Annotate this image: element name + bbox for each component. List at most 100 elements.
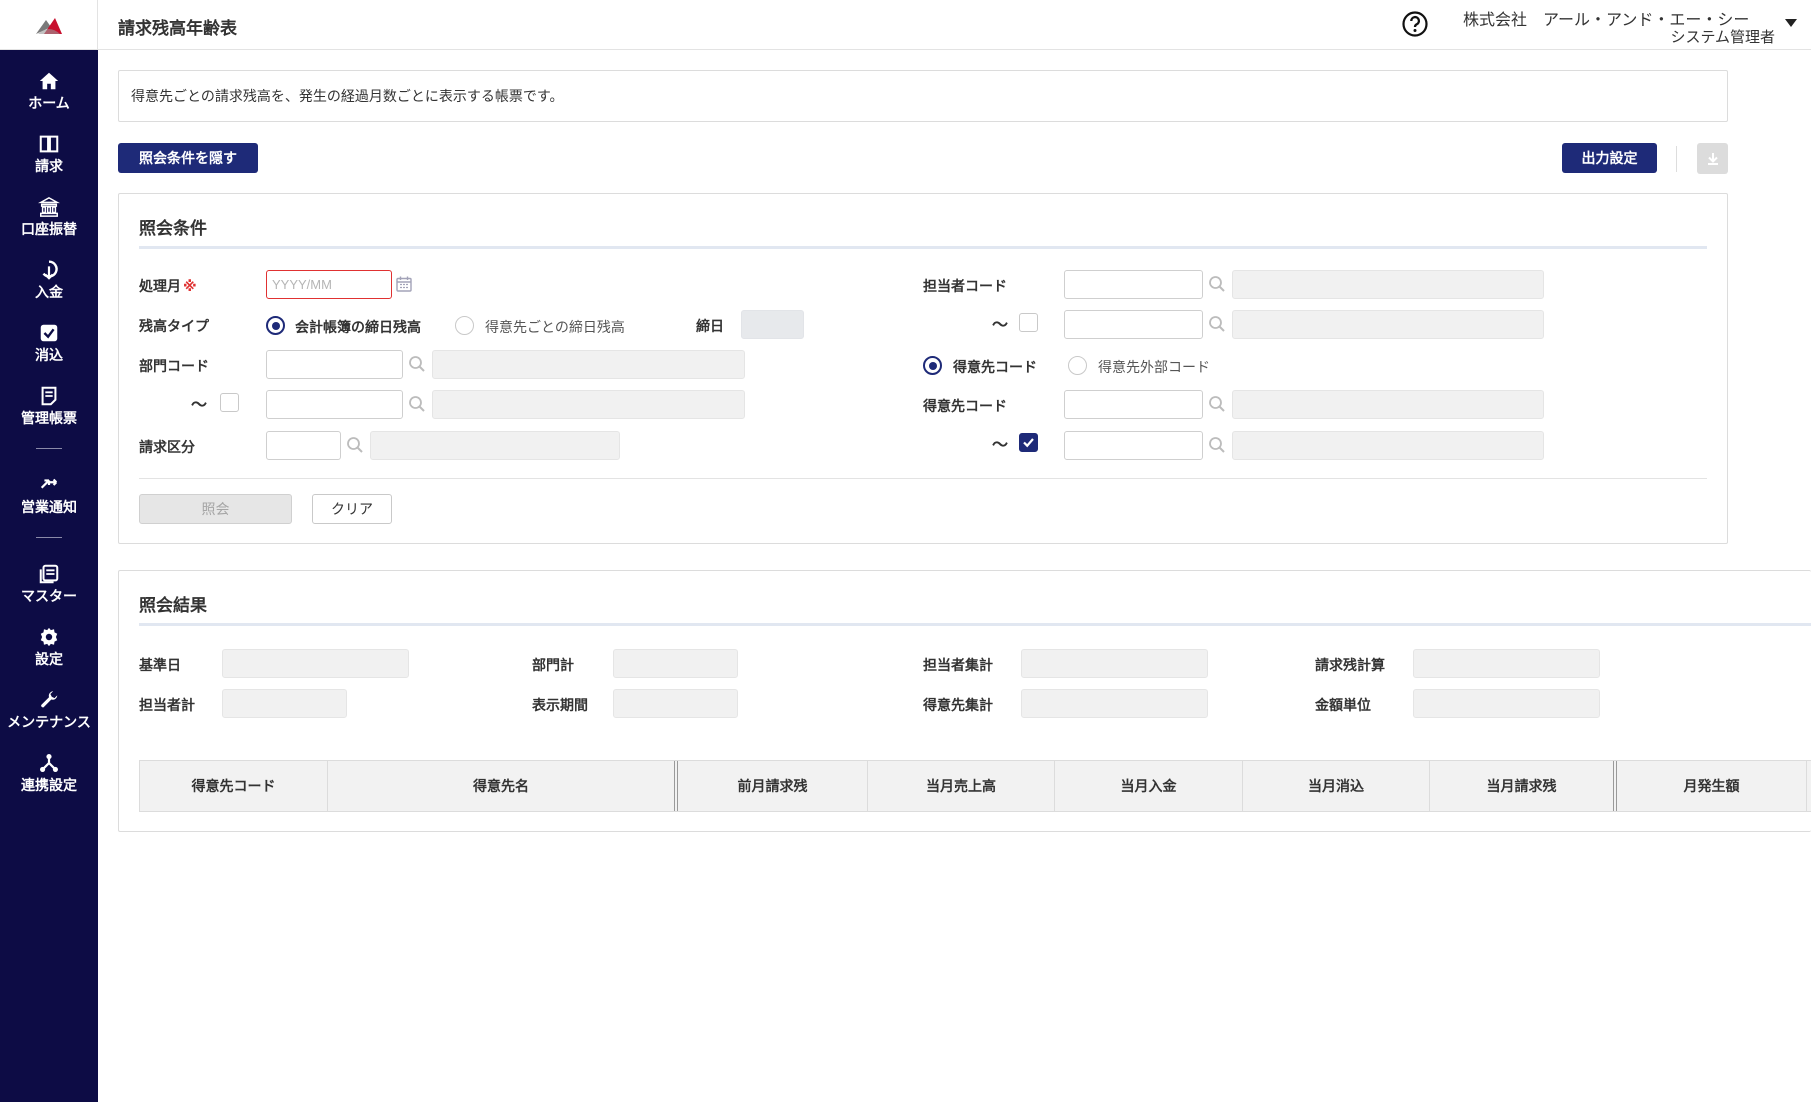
staff-range-checkbox[interactable] xyxy=(1019,313,1038,332)
search-icon[interactable] xyxy=(346,436,364,454)
customer-code-label: 得意先コード xyxy=(923,399,1007,415)
master-list-icon xyxy=(39,564,59,584)
top-header: 請求残高年齢表 株式会社 アール・アンド・エー・シー システム管理者 xyxy=(98,0,1811,50)
column-header-customer-name[interactable]: 得意先名 xyxy=(328,761,678,811)
user-menu-caret-icon[interactable] xyxy=(1785,19,1797,27)
sidebar-item-master[interactable]: マスター xyxy=(0,553,98,616)
search-icon[interactable] xyxy=(408,395,426,413)
customer-code-from-input[interactable] xyxy=(1064,390,1203,419)
deposit-icon xyxy=(42,260,58,280)
processing-month-label: 処理月 ※ xyxy=(139,276,197,296)
column-header-customer-code[interactable]: 得意先コード xyxy=(140,761,328,811)
balance-type-option-ledger[interactable]: 会計帳簿の締日残高 xyxy=(295,317,421,337)
book-icon xyxy=(39,135,59,153)
sidebar-item-label: ホーム xyxy=(28,96,70,112)
sidebar: ホーム 請求 口座振替 入金 消込 管理帳票 営業通知 マスター 設定 メンテナ… xyxy=(0,0,98,1102)
user-role[interactable]: システム管理者 xyxy=(1670,26,1775,47)
sidebar-item-management-reports[interactable]: 管理帳票 xyxy=(0,375,98,438)
billing-class-label: 請求区分 xyxy=(139,440,195,456)
query-results-panel: 照会結果 基準日 部門計 担当者集計 請求残計算 担当者計 表示期間 得意先集計… xyxy=(118,570,1811,832)
search-icon[interactable] xyxy=(1208,395,1226,413)
customer-aggregate-display xyxy=(1021,689,1208,718)
search-icon[interactable] xyxy=(408,355,426,373)
dept-code-from-input[interactable] xyxy=(266,350,403,379)
billing-calc-label: 請求残計算 xyxy=(1315,658,1385,674)
customer-code-type-option-external[interactable]: 得意先外部コード xyxy=(1098,357,1210,377)
dept-range-checkbox[interactable] xyxy=(220,393,239,412)
sidebar-item-label: 管理帳票 xyxy=(21,411,77,427)
sidebar-item-maintenance[interactable]: メンテナンス xyxy=(0,679,98,742)
bank-icon xyxy=(38,196,60,217)
sidebar-item-label: 消込 xyxy=(35,348,63,364)
sidebar-item-deposit[interactable]: 入金 xyxy=(0,249,98,312)
dept-total-display xyxy=(613,649,738,678)
customer-code-type-option-code[interactable]: 得意先コード xyxy=(953,357,1037,377)
sidebar-item-settings[interactable]: 設定 xyxy=(0,616,98,679)
column-header-prev-month-balance[interactable]: 前月請求残 xyxy=(678,761,868,811)
processing-month-input[interactable]: YYYY/MM xyxy=(266,270,392,299)
search-icon[interactable] xyxy=(1208,436,1226,454)
customer-code-type-radio-external[interactable] xyxy=(1068,356,1087,375)
column-header-monthly-amount[interactable]: 月発生額 xyxy=(1617,761,1807,811)
staff-code-from-input[interactable] xyxy=(1064,270,1203,299)
download-icon xyxy=(1707,152,1718,165)
page-title: 請求残高年齢表 xyxy=(118,19,237,39)
column-header-current-balance[interactable]: 当月請求残 xyxy=(1430,761,1617,811)
title-divider xyxy=(139,246,1707,249)
balance-type-radio-customer[interactable] xyxy=(455,316,474,335)
customer-code-type-radio-code[interactable] xyxy=(923,356,942,375)
column-header-current-reconcile[interactable]: 当月消込 xyxy=(1243,761,1430,811)
staff-aggregate-display xyxy=(1021,649,1208,678)
sidebar-item-label: 請求 xyxy=(35,159,63,175)
display-period-display xyxy=(613,689,738,718)
clear-button[interactable]: クリア xyxy=(312,494,392,524)
staff-name-from-display xyxy=(1232,270,1544,299)
dept-code-to-input[interactable] xyxy=(266,390,403,419)
display-period-label: 表示期間 xyxy=(532,698,588,714)
query-conditions-panel: 照会条件 処理月 ※ YYYY/MM 残高タイプ 会計帳簿の締日残高 得意先ごとの… xyxy=(118,193,1728,544)
staff-total-label: 担当者計 xyxy=(139,698,195,714)
staff-code-label: 担当者コード xyxy=(923,279,1007,295)
column-header-current-deposit[interactable]: 当月入金 xyxy=(1055,761,1243,811)
customer-code-to-input[interactable] xyxy=(1064,431,1203,460)
dept-code-label: 部門コード xyxy=(139,359,209,375)
sidebar-item-home[interactable]: ホーム xyxy=(0,60,98,123)
download-button[interactable] xyxy=(1697,143,1728,174)
sidebar-item-account-transfer[interactable]: 口座振替 xyxy=(0,186,98,249)
sidebar-item-sales-notification[interactable]: 営業通知 xyxy=(0,464,98,527)
processing-month-label-text: 処理月 xyxy=(139,279,181,295)
toolbar-divider xyxy=(1676,146,1677,172)
customer-range-checkbox[interactable] xyxy=(1019,433,1038,452)
staff-aggregate-label: 担当者集計 xyxy=(923,658,993,674)
balance-type-option-customer[interactable]: 得意先ごとの締日残高 xyxy=(485,317,625,337)
staff-total-display xyxy=(222,689,347,718)
column-header-current-sales[interactable]: 当月売上高 xyxy=(868,761,1055,811)
billing-class-input[interactable] xyxy=(266,431,341,460)
dept-total-label: 部門計 xyxy=(532,658,574,674)
sidebar-item-label: メンテナンス xyxy=(7,715,91,731)
sidebar-divider xyxy=(36,448,62,449)
staff-code-to-input[interactable] xyxy=(1064,310,1203,339)
sidebar-item-label: 入金 xyxy=(35,285,63,301)
dept-name-to-display xyxy=(432,390,745,419)
range-tilde: ～ xyxy=(191,395,208,414)
results-title: 照会結果 xyxy=(139,596,207,616)
search-icon[interactable] xyxy=(1208,275,1226,293)
home-icon xyxy=(39,72,59,90)
required-mark: ※ xyxy=(183,279,197,295)
output-settings-button[interactable]: 出力設定 xyxy=(1562,143,1657,173)
sidebar-divider xyxy=(36,537,62,538)
help-icon[interactable] xyxy=(1401,10,1429,38)
search-icon[interactable] xyxy=(1208,315,1226,333)
app-logo[interactable] xyxy=(0,0,98,50)
sidebar-item-integration-settings[interactable]: 連携設定 xyxy=(0,742,98,805)
balance-type-radio-ledger[interactable] xyxy=(266,316,285,335)
hide-conditions-button[interactable]: 照会条件を隠す xyxy=(118,143,258,173)
results-table-header: 得意先コード 得意先名 前月請求残 当月売上高 当月入金 当月消込 当月請求残 … xyxy=(139,760,1811,812)
amount-unit-display xyxy=(1413,689,1600,718)
calendar-icon[interactable] xyxy=(395,275,413,293)
sidebar-item-label: 口座振替 xyxy=(21,222,77,238)
query-button[interactable]: 照会 xyxy=(139,494,292,524)
sidebar-item-reconcile[interactable]: 消込 xyxy=(0,312,98,375)
sidebar-item-billing[interactable]: 請求 xyxy=(0,123,98,186)
